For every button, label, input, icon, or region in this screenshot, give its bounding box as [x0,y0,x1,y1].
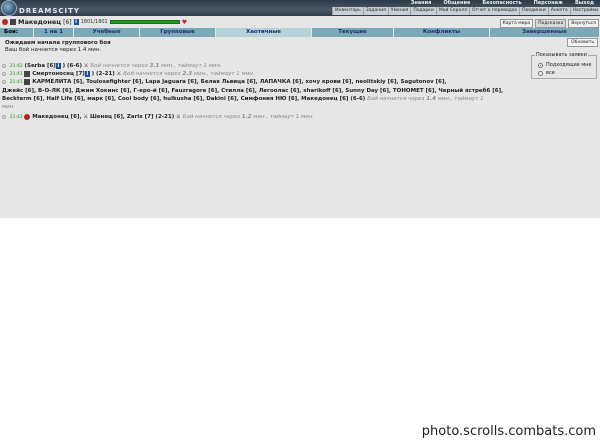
clan-icon [24,70,31,77]
tab-chaotic[interactable]: Хаотичные [216,28,312,37]
swords-icon: ⚔ [116,71,122,77]
join-radio[interactable] [2,79,6,84]
battle-tail-continued: мин. [2,104,16,110]
globe-logo-icon [1,0,17,16]
filter-option-all-label: все [546,70,555,76]
battle-note: Бой начнется через [367,96,425,102]
submenu-gifts[interactable]: Подарки [410,7,436,15]
alignment-icon [2,19,8,25]
hint-button[interactable]: Подсказка [535,19,567,28]
battle-tail: мин., таймаут 1 [437,96,484,102]
battle-row-line2: Джейс [6], В-О-ЛК [6], Джим Хокинс [6], … [2,87,530,95]
clan-icon [24,78,31,85]
battle-minutes: 2.3 [182,71,193,77]
menu-exit[interactable]: Выход [569,0,600,7]
tab-current[interactable]: Текущие [312,28,394,37]
watermark: photo.scrolls.combats.com [421,424,596,439]
hp-bar [109,20,180,24]
battle-team-list-3[interactable]: Beckterm [6], Half Life [6], марк [6], C… [2,96,365,102]
info-icon[interactable]: i [84,70,90,77]
tabs-label: Бои: [0,28,34,37]
battle-minutes: 1.4 [426,96,436,102]
battle-minutes: 1.2 [241,114,252,120]
filter-legend: Показывать заявки [535,52,588,58]
filter-option-fit-label: Подходящие мне [546,62,592,68]
join-radio[interactable] [2,63,6,68]
join-radio[interactable] [2,71,6,76]
submenu-inventory[interactable]: Инвентарь [332,7,363,15]
menu-character[interactable]: Персонаж [528,0,569,7]
menu-security[interactable]: Безопасность [476,0,527,7]
filter-option-all[interactable]: все [538,70,555,76]
submenu-my-scroll[interactable]: Мой Скролл [435,7,469,15]
tab-group[interactable]: Групповые [140,28,216,37]
submenu-skills[interactable]: Умения [387,7,410,15]
radio-all[interactable] [538,70,543,76]
player-level: [6] [63,18,72,26]
battle-team-b: ) (2-21) [91,71,115,77]
info-icon[interactable]: i [55,62,61,69]
heart-icon: ♥ [181,18,188,26]
join-radio[interactable] [2,114,6,119]
radio-fit[interactable] [538,62,543,68]
battle-tail: мин., таймаут 1 мин. [161,63,222,69]
status-subtitle: Ваш бой начнется через 1.4 мин. [5,47,102,53]
battle-note: Бой начнется через [90,63,148,69]
hp-value: 1801/1801 [80,19,108,25]
battle-row: 21:42 Македонец [6], ⚔ Шенец [6], Zarix … [2,113,530,122]
battle-row-line1: 21:41 КАРМЕЛИТА [6], Toulosefighter [6],… [2,78,530,87]
submenu-profile[interactable]: Анкета [547,7,570,15]
submenu-duels[interactable]: Поединки [519,7,548,15]
status-title: Ожидаем начала группового боя [5,40,111,46]
battle-team-a[interactable]: Македонец [6], [32,114,81,120]
swords-icon: ⚔ [175,114,181,120]
game-window: DREAMSCITY Знания Общение Безопасность П… [0,0,600,218]
player-nick[interactable]: Македонец [18,18,61,26]
tab-finished[interactable]: Завершенные [490,28,600,37]
submenu-transfers[interactable]: Отчет о переводах [469,7,519,15]
battle-team-list-2[interactable]: Джейс [6], В-О-ЛК [6], Джим Хокинс [6], … [2,88,503,94]
battle-tabs: Бои: 1 на 1 Учебные Групповые Хаотичные … [0,28,600,37]
battle-note: Бой начнется через [123,71,181,77]
battle-row-line3: Beckterm [6], Half Life [6], марк [6], C… [2,95,530,103]
info-icon[interactable]: i [73,19,79,25]
battle-team-a[interactable]: Смертоносец [7] [32,71,85,77]
submenu-settings[interactable]: Настройки [569,7,600,15]
refresh-button[interactable]: Обновить [567,38,598,47]
top-buttons: Карта мира Подсказка Вернуться [499,19,599,28]
battle-time: 21:42 [9,64,23,69]
top-menu: Знания Общение Безопасность Персонаж Вых… [405,0,600,7]
clan-icon [10,19,16,25]
sub-menu: Инвентарь Задания Умения Подарки Мой Скр… [332,7,600,15]
logo-text: DREAMSCITY [19,7,80,15]
battle-team-list-1[interactable]: КАРМЕЛИТА [6], Toulosefighter [6], Lapa … [32,79,446,85]
battle-row: 21:41 КАРМЕЛИТА [6], Toulosefighter [6],… [2,78,530,111]
player-status: Македонец [6] i 1801/1801 ♥ [2,18,187,26]
top-header: DREAMSCITY Знания Общение Безопасность П… [0,0,600,16]
alignment-icon [24,113,31,120]
battle-team-b[interactable]: Шенец [6], Zarix [7] (2-21) [90,114,174,120]
filter-box: Показывать заявки Подходящие мне все [531,52,597,79]
tab-conflicts[interactable]: Конфликты [394,28,490,37]
filter-option-fit[interactable]: Подходящие мне [538,62,592,68]
battle-time: 21:41 [9,72,23,77]
battle-time: 21:41 [9,80,23,85]
back-button[interactable]: Вернуться [568,19,599,28]
battle-minutes: 3.1 [149,63,160,69]
battle-team-a[interactable]: (Serba [6] [24,63,55,69]
swords-icon: ⚔ [83,114,89,120]
battle-team-b: ) (6-6) [62,63,82,69]
battle-time: 21:42 [9,115,23,120]
battle-tail: мин., таймаут 1 мин. [253,114,315,120]
tab-training[interactable]: Учебные [74,28,140,37]
battle-note: Бой начнется через [182,114,241,120]
world-map-button[interactable]: Карта мира [499,19,534,28]
menu-knowledge[interactable]: Знания [405,0,438,7]
tab-1v1[interactable]: 1 на 1 [34,28,74,37]
submenu-quests[interactable]: Задания [362,7,388,15]
battle-row-line4: мин. [2,103,530,111]
battle-tail: мин., таймаут 1 мин. [193,71,255,77]
swords-icon: ⚔ [83,63,89,69]
menu-chat[interactable]: Общение [437,0,476,7]
